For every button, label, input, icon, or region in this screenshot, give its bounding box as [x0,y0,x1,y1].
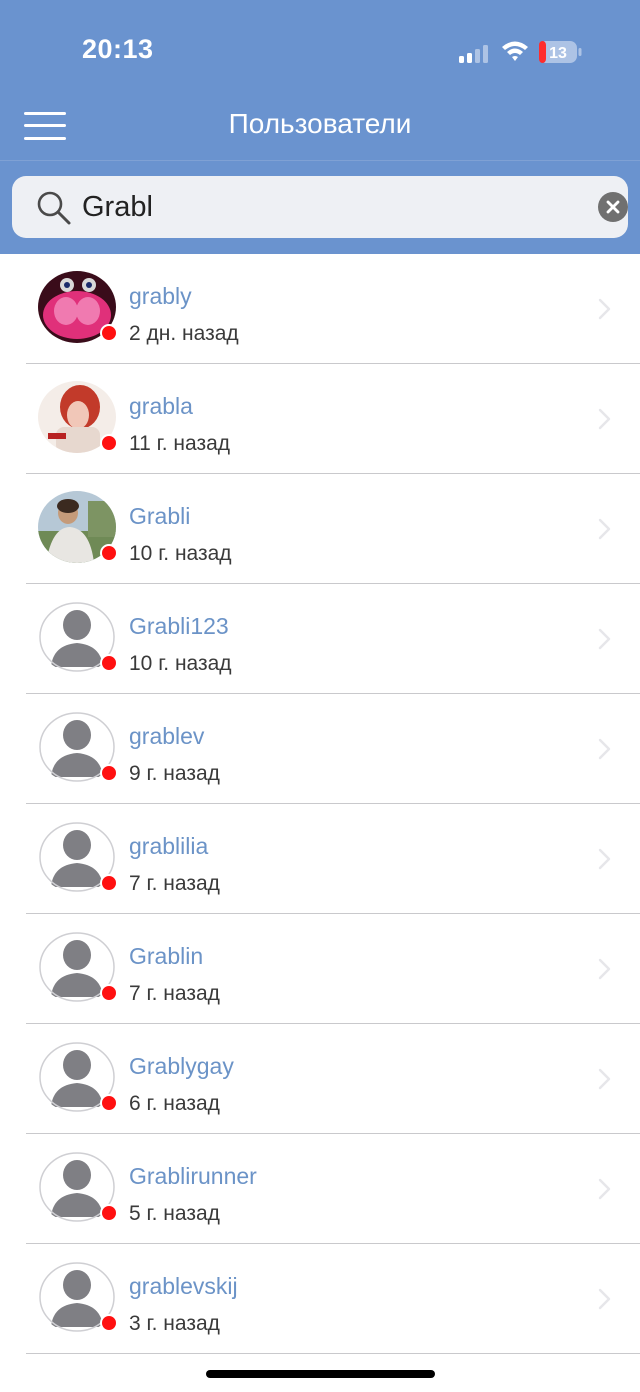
status-dot-icon [100,324,118,342]
clear-icon[interactable] [598,192,628,222]
username: grabla [129,393,193,419]
last-seen-text: 7 г. назад [129,872,220,895]
status-dot-icon [100,1314,118,1332]
search-bar [12,176,628,238]
chevron-right-icon [598,958,611,980]
cellular-signal-icon [459,45,488,63]
wifi-icon [502,41,528,61]
user-list: grably 2 дн. назад grabla 11 г. назад Grabli… [0,254,640,1354]
last-seen-text: 5 г. назад [129,1202,220,1225]
username: Grabli [129,503,191,529]
last-seen-text: 9 г. назад [129,762,220,785]
app-header: 20:13 13 Пользователи [0,0,640,254]
username: Grablygay [129,1053,234,1079]
username: grably [129,283,192,309]
last-seen-text: 3 г. назад [129,1312,220,1335]
last-seen-text: 11 г. назад [129,432,231,455]
status-dot-icon [100,764,118,782]
last-seen-text: 10 г. назад [129,652,232,675]
status-dot-icon [100,544,118,562]
status-dot-icon [100,874,118,892]
navigation-bar: Пользователи [0,96,640,160]
last-seen-text: 10 г. назад [129,542,232,565]
username: Grablin [129,943,204,969]
row-separator [26,1353,640,1354]
search-icon [37,191,71,225]
status-time: 20:13 [82,34,154,64]
user-list-item[interactable]: grablilia 7 г. назад [0,804,640,914]
user-list-item[interactable]: Grablirunner 5 г. назад [0,1134,640,1244]
chevron-right-icon [598,1178,611,1200]
user-list-item[interactable]: grablevskij 3 г. назад [0,1244,640,1354]
username: grablevskij [129,1273,238,1299]
last-seen-text: 6 г. назад [129,1092,220,1115]
user-list-item[interactable]: grablev 9 г. назад [0,694,640,804]
user-list-item[interactable]: Grablin 7 г. назад [0,914,640,1024]
status-dot-icon [100,1204,118,1222]
status-dot-icon [100,1094,118,1112]
last-seen-text: 2 дн. назад [129,322,239,345]
search-input[interactable] [82,186,582,228]
battery-icon: 13 [539,41,582,63]
chevron-right-icon [598,298,611,320]
username: grablev [129,723,205,749]
home-indicator [206,1370,435,1378]
last-seen-text: 7 г. назад [129,982,220,1005]
username: Grabli123 [129,613,229,639]
chevron-right-icon [598,1068,611,1090]
chevron-right-icon [598,1288,611,1310]
status-bar: 20:13 13 [0,0,640,100]
header-divider [0,160,640,161]
status-dot-icon [100,434,118,452]
user-list-item[interactable]: Grabli123 10 г. назад [0,584,640,694]
status-dot-icon [100,984,118,1002]
chevron-right-icon [598,408,611,430]
username: Grablirunner [129,1163,257,1189]
user-list-item[interactable]: grably 2 дн. назад [0,254,640,364]
user-list-item[interactable]: Grablygay 6 г. назад [0,1024,640,1134]
chevron-right-icon [598,738,611,760]
user-list-item[interactable]: grabla 11 г. назад [0,364,640,474]
status-dot-icon [100,654,118,672]
chevron-right-icon [598,628,611,650]
chevron-right-icon [598,518,611,540]
page-title: Пользователи [228,108,412,139]
chevron-right-icon [598,848,611,870]
user-list-item[interactable]: Grabli 10 г. назад [0,474,640,584]
battery-level: 13 [549,45,567,62]
username: grablilia [129,833,209,859]
